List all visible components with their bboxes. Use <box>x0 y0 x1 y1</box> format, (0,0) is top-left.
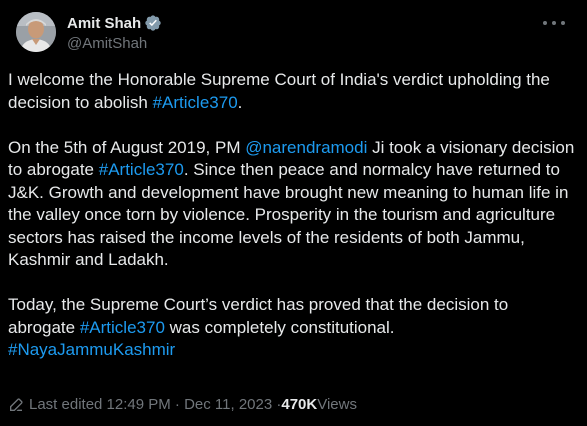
more-dot <box>543 21 547 25</box>
post-footer: Last edited 12:49 PM · Dec 11, 2023 · 47… <box>8 396 357 413</box>
more-options-icon[interactable] <box>543 16 565 30</box>
avatar-image <box>16 12 56 52</box>
author-names: Amit Shah @AmitShah <box>67 13 162 52</box>
avatar[interactable] <box>16 12 56 52</box>
views-label: Views <box>317 396 357 413</box>
more-dot <box>552 21 556 25</box>
paragraph-2: On the 5th of August 2019, PM @narendram… <box>8 137 580 272</box>
paragraph-3: Today, the Supreme Court’s verdict has p… <box>8 294 580 362</box>
edit-pencil-icon[interactable] <box>8 397 24 413</box>
hashtag-article370[interactable]: #Article370 <box>80 318 165 337</box>
hashtag-article370[interactable]: #Article370 <box>153 93 238 112</box>
text-segment: . <box>237 92 243 112</box>
handle[interactable]: @AmitShah <box>67 35 162 52</box>
text-segment: was completely constitutional. <box>164 317 395 337</box>
hashtag-nayajammukashmir[interactable]: #NayaJammuKashmir <box>8 340 175 359</box>
more-dot <box>561 21 565 25</box>
display-name-row: Amit Shah <box>67 13 162 33</box>
verified-badge-icon[interactable] <box>144 14 162 32</box>
post-header: Amit Shah @AmitShah <box>8 0 575 62</box>
text-segment: I welcome the Honorable Supreme Court of… <box>8 70 550 112</box>
post: Amit Shah @AmitShah I welcome the Honora… <box>0 0 587 426</box>
views-count[interactable]: 470K <box>281 396 317 413</box>
edited-timestamp[interactable]: Last edited 12:49 PM · Dec 11, 2023 · <box>29 396 281 413</box>
post-text: I welcome the Honorable Supreme Court of… <box>8 69 580 362</box>
text-segment: On the 5th of August 2019, PM <box>8 137 246 157</box>
paragraph-1: I welcome the Honorable Supreme Court of… <box>8 69 580 114</box>
display-name[interactable]: Amit Shah <box>67 15 141 32</box>
mention-narendramodi[interactable]: @narendramodi <box>245 138 367 157</box>
hashtag-article370[interactable]: #Article370 <box>99 160 184 179</box>
